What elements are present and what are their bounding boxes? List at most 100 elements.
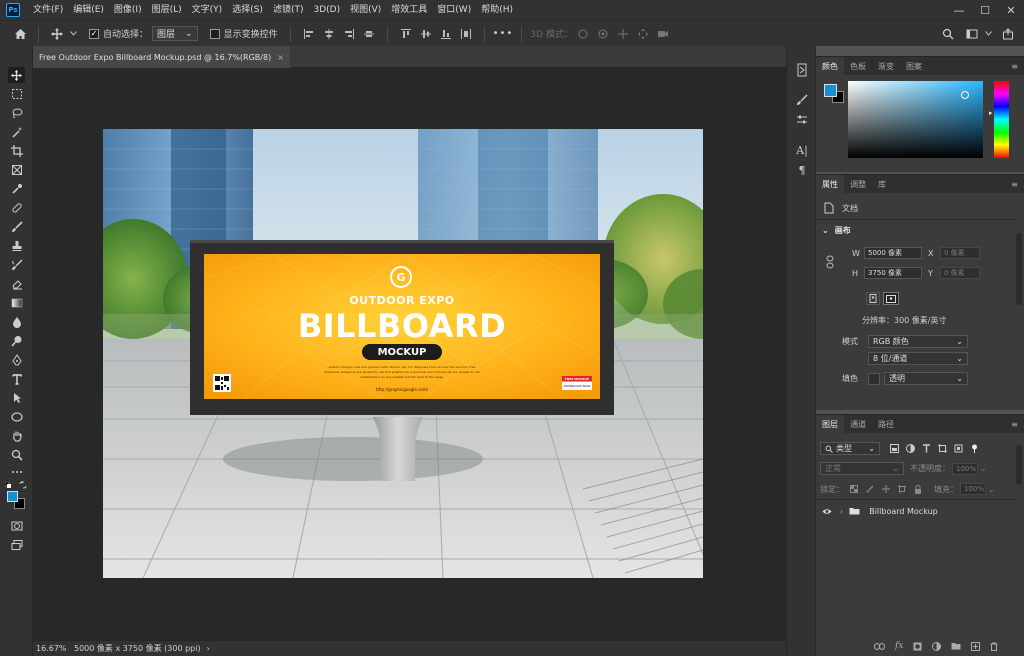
link-layers-icon[interactable] [874, 642, 885, 650]
3d-camera-icon[interactable] [655, 26, 671, 42]
layer-name[interactable]: Billboard Mockup [869, 507, 938, 516]
filter-adjustment-icon[interactable] [906, 444, 915, 453]
shape-tool-icon[interactable] [8, 409, 25, 425]
type-tool-icon[interactable] [8, 371, 25, 387]
status-menu-arrow[interactable]: › [207, 644, 210, 653]
new-adjustment-icon[interactable] [932, 641, 942, 651]
swap-colors-icon[interactable] [19, 481, 27, 489]
document-tab[interactable]: Free Outdoor Expo Billboard Mockup.psd @… [33, 46, 290, 68]
portrait-orientation-button[interactable] [866, 292, 880, 305]
chevron-down-icon[interactable] [69, 26, 77, 42]
move-tool-icon[interactable] [49, 26, 65, 42]
3d-pan-icon[interactable] [615, 26, 631, 42]
chevron-down-icon[interactable]: ⌄ [980, 464, 987, 473]
quick-mask-icon[interactable] [8, 518, 25, 534]
foreground-color-swatch[interactable] [7, 491, 18, 502]
marquee-tool-icon[interactable] [8, 86, 25, 102]
lock-image-icon[interactable] [866, 485, 874, 493]
adjustments-icon[interactable] [794, 112, 810, 128]
hand-tool-icon[interactable] [8, 428, 25, 444]
panel-menu-icon[interactable]: ≡ [1011, 420, 1018, 429]
properties-scrollbar[interactable] [1016, 233, 1022, 305]
default-colors-icon[interactable] [5, 482, 11, 488]
close-tab-icon[interactable]: × [277, 53, 284, 62]
menu-item-image[interactable]: 图像(I) [109, 0, 147, 20]
lock-transparent-icon[interactable] [850, 485, 858, 493]
menu-item-plugins[interactable]: 增效工具 [386, 0, 432, 20]
minimize-button[interactable]: — [946, 0, 972, 20]
fill-dropdown[interactable]: 透明 ⌄ [884, 372, 968, 385]
path-selection-tool-icon[interactable] [8, 390, 25, 406]
blend-mode-dropdown[interactable]: 正常 ⌄ [820, 462, 904, 475]
frame-tool-icon[interactable] [8, 162, 25, 178]
tab-patterns[interactable]: 图案 [900, 57, 928, 75]
lock-position-icon[interactable] [882, 485, 890, 493]
menu-item-window[interactable]: 窗口(W) [432, 0, 476, 20]
menu-item-3d[interactable]: 3D(D) [308, 0, 345, 20]
color-picker-field[interactable] [848, 81, 983, 158]
menu-item-type[interactable]: 文字(Y) [187, 0, 228, 20]
height-input[interactable]: 3750 像素 [864, 267, 922, 279]
share-icon[interactable] [1000, 26, 1016, 42]
align-bottom-icon[interactable] [438, 26, 454, 42]
zoom-tool-icon[interactable] [8, 447, 25, 463]
align-middle-icon[interactable] [361, 26, 377, 42]
chevron-right-icon[interactable]: › [840, 507, 843, 516]
3d-roll-icon[interactable] [595, 26, 611, 42]
new-group-icon[interactable] [951, 642, 961, 650]
lasso-tool-icon[interactable] [8, 105, 25, 121]
3d-slide-icon[interactable] [635, 26, 651, 42]
align-center-icon[interactable] [321, 26, 337, 42]
tab-paths[interactable]: 路径 [872, 415, 900, 433]
crop-tool-icon[interactable] [8, 143, 25, 159]
link-dimensions-icon[interactable] [826, 255, 836, 269]
foreground-color-swatch[interactable] [824, 84, 837, 97]
panel-menu-icon[interactable]: ≡ [1011, 62, 1018, 71]
panel-menu-icon[interactable]: ≡ [1011, 180, 1018, 189]
add-mask-icon[interactable] [913, 642, 922, 651]
filter-smart-object-icon[interactable] [954, 444, 963, 453]
layers-scrollbar[interactable] [1016, 445, 1022, 485]
show-transform-checkbox[interactable] [209, 28, 220, 39]
tab-color[interactable]: 颜色 [816, 57, 844, 75]
canvas-area[interactable]: G OUTDOOR EXPO BILLBOARD MOCKUP Graphic … [33, 68, 786, 640]
blur-tool-icon[interactable] [8, 314, 25, 330]
pen-tool-icon[interactable] [8, 352, 25, 368]
dodge-tool-icon[interactable] [8, 333, 25, 349]
auto-select-checkbox[interactable]: ✓ [89, 28, 99, 39]
menu-item-file[interactable]: 文件(F) [28, 0, 68, 20]
tab-properties[interactable]: 属性 [816, 175, 844, 193]
tab-libraries[interactable]: 库 [872, 175, 892, 193]
auto-select-dropdown[interactable]: 图层 ⌄ [152, 26, 198, 41]
fill-color-swatch[interactable] [868, 372, 880, 385]
tab-layers[interactable]: 图层 [816, 415, 844, 433]
fill-input[interactable]: 100% [960, 483, 986, 495]
eye-icon[interactable] [822, 508, 832, 515]
brush-settings-icon[interactable] [794, 92, 810, 108]
3d-rotate-icon[interactable] [575, 26, 591, 42]
align-right-icon[interactable] [341, 26, 357, 42]
color-mode-dropdown[interactable]: RGB 颜色 ⌄ [868, 335, 968, 348]
magic-wand-tool-icon[interactable] [8, 124, 25, 140]
new-layer-icon[interactable] [971, 641, 981, 651]
workspace-icon[interactable] [964, 26, 980, 42]
eyedropper-tool-icon[interactable] [8, 181, 25, 197]
lock-all-icon[interactable] [914, 484, 922, 494]
zoom-level[interactable]: 16.67% [36, 644, 70, 653]
history-brush-tool-icon[interactable] [8, 257, 25, 273]
history-panel-icon[interactable] [794, 62, 810, 78]
menu-item-layer[interactable]: 图层(L) [147, 0, 187, 20]
paragraph-panel-icon[interactable]: ¶ [794, 162, 810, 178]
menu-item-view[interactable]: 视图(V) [345, 0, 386, 20]
layer-effects-icon[interactable]: fx [895, 641, 903, 651]
screen-mode-icon[interactable] [8, 537, 25, 553]
bit-depth-dropdown[interactable]: 8 位/通道 ⌄ [868, 352, 968, 365]
layer-row[interactable]: › Billboard Mockup [816, 502, 1016, 520]
character-panel-icon[interactable]: A| [794, 142, 810, 158]
width-input[interactable]: 5000 像素 [864, 247, 922, 259]
opacity-input[interactable]: 100% [952, 462, 978, 475]
align-left-icon[interactable] [301, 26, 317, 42]
tab-gradients[interactable]: 渐变 [872, 57, 900, 75]
align-top-icon[interactable] [398, 26, 414, 42]
distribute-icon[interactable] [458, 26, 474, 42]
